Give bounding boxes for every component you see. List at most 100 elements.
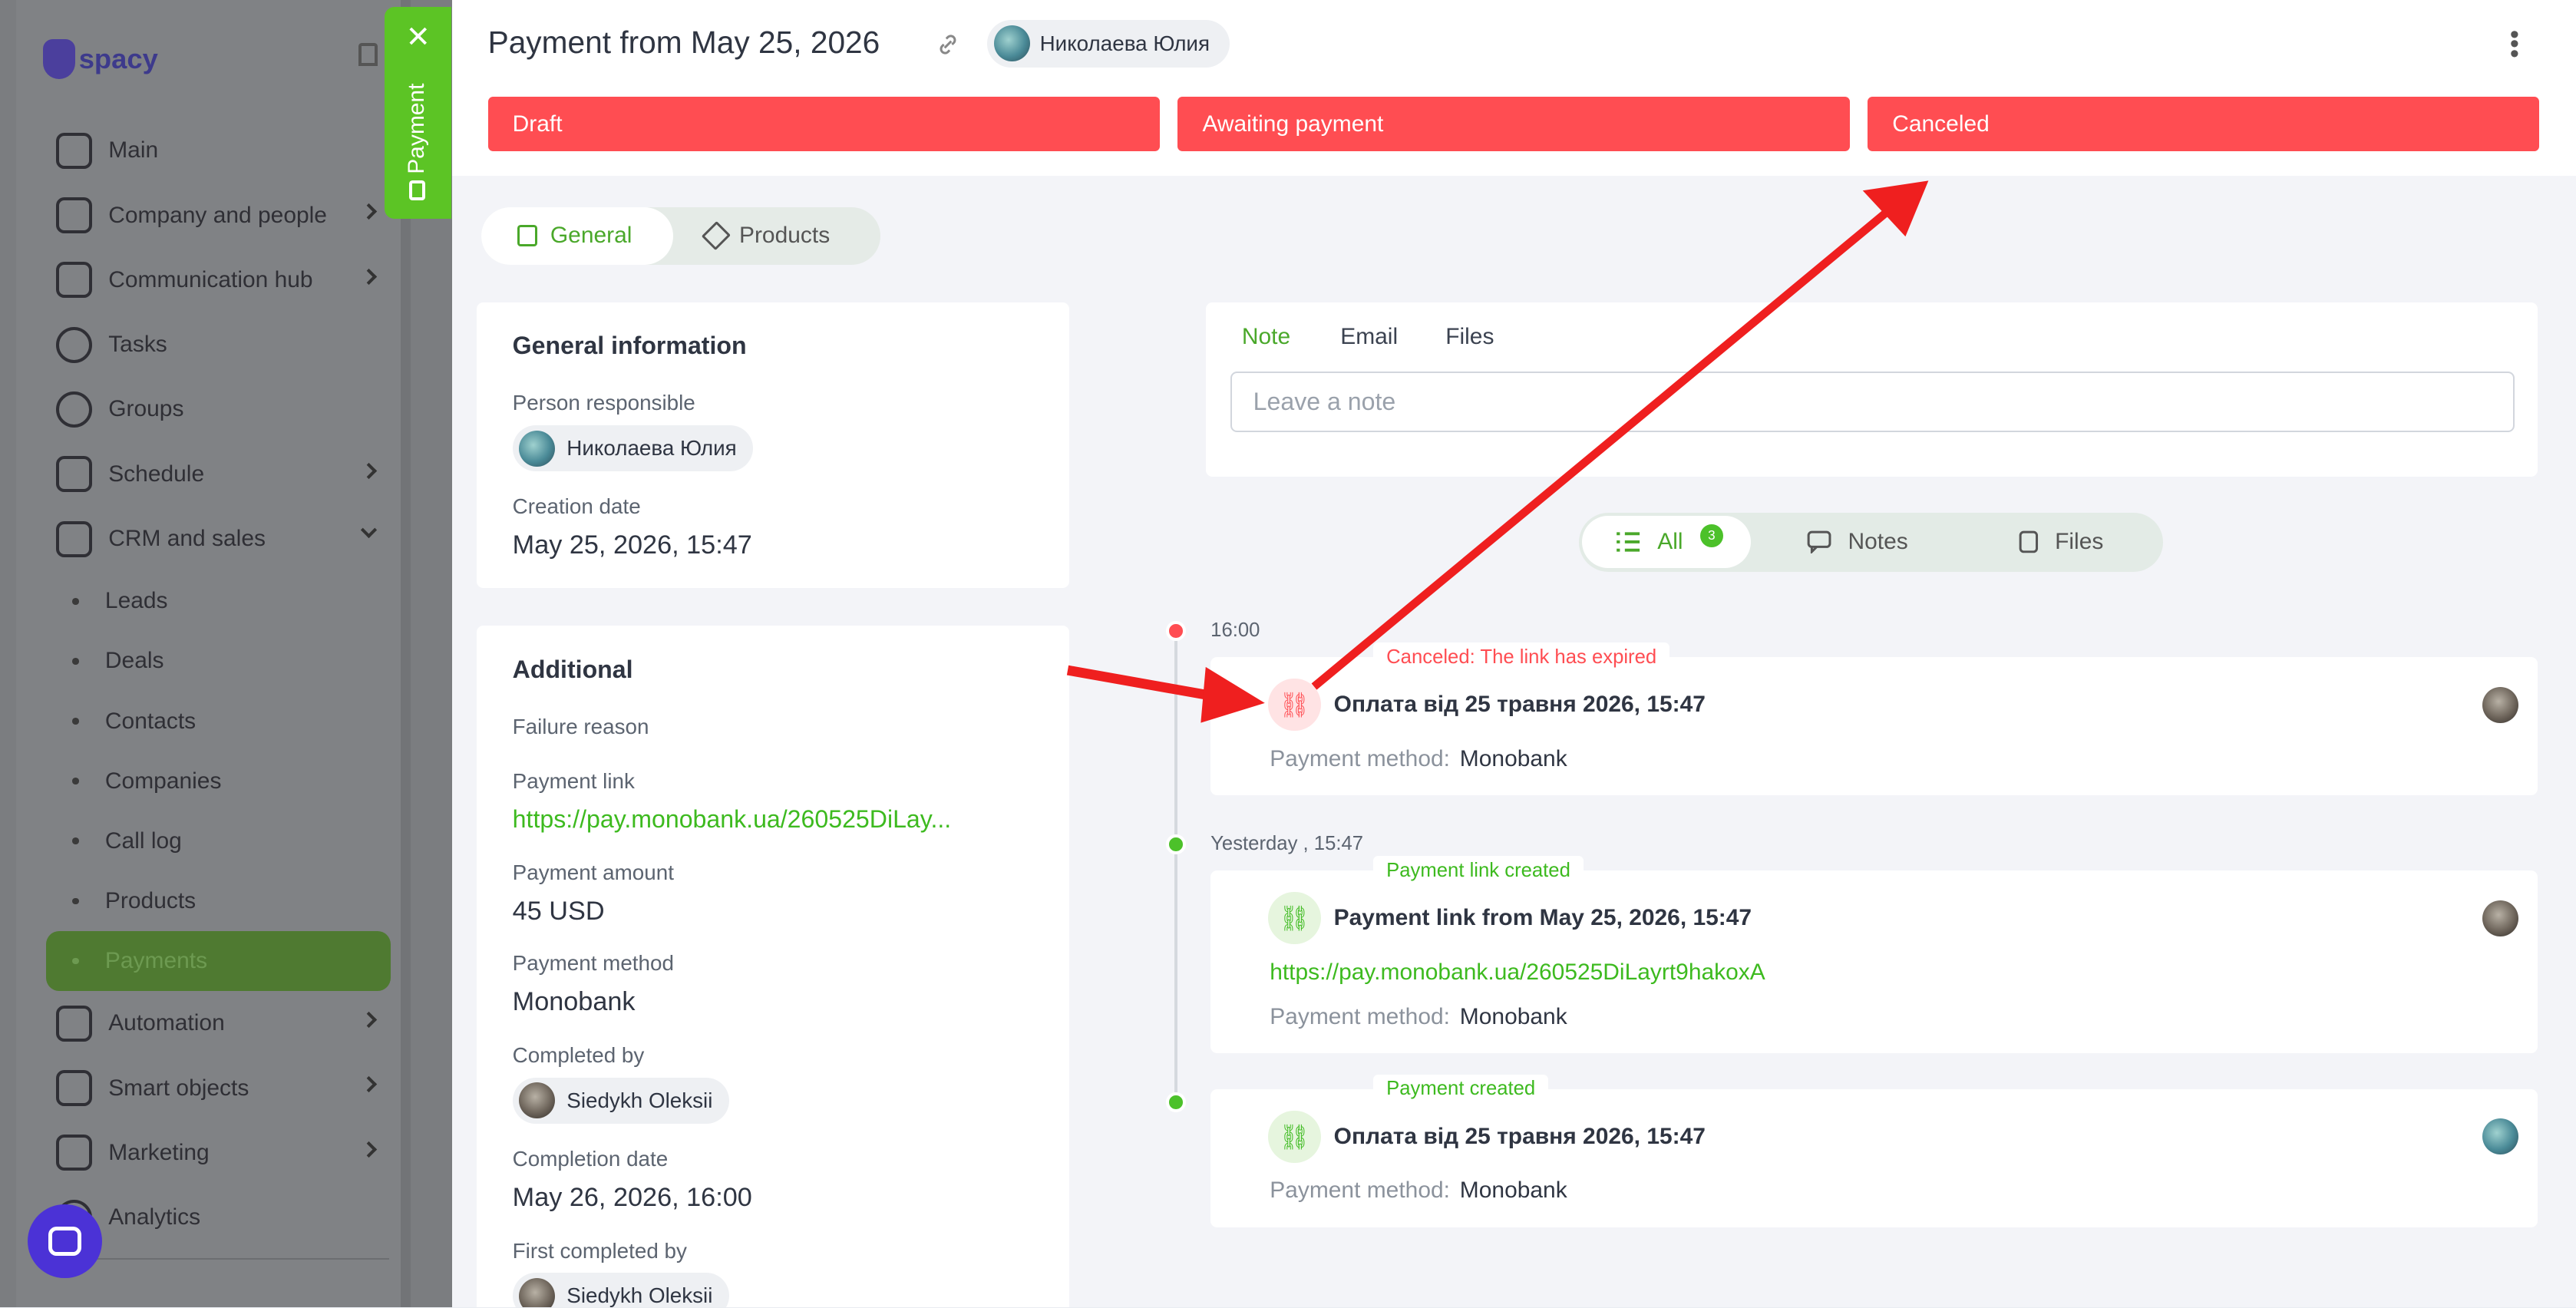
bullet-icon <box>72 837 79 845</box>
creation-date: May 25, 2026, 15:47 <box>512 530 752 560</box>
file-icon <box>2019 530 2039 553</box>
pm-value: Monobank <box>1459 745 1567 771</box>
timeline-event[interactable]: Payment created ⛓ Оплата від 25 травня 2… <box>1210 1074 2538 1227</box>
sidebar-item-schedule[interactable]: Schedule <box>46 442 391 507</box>
support-chat-button[interactable] <box>28 1204 102 1278</box>
stage-canceled[interactable]: Canceled <box>1868 97 2540 151</box>
note-input[interactable]: Leave a note <box>1230 371 2515 432</box>
building-icon <box>55 197 92 234</box>
tab-note[interactable]: Note <box>1242 324 1290 350</box>
tab-email[interactable]: Email <box>1340 324 1398 350</box>
sidebar-sub-deals[interactable]: Deals <box>46 631 391 691</box>
sidebar-sub-companies[interactable]: Companies <box>46 751 391 811</box>
sidebar-sub-label: Deals <box>104 648 164 674</box>
tab-general[interactable]: General <box>481 206 674 265</box>
sidebar-item-tasks[interactable]: Tasks <box>46 312 391 377</box>
sidebar-item-label: Automation <box>108 1010 225 1036</box>
sidebar-sub-products[interactable]: Products <box>46 871 391 931</box>
count-badge: 3 <box>1699 524 1723 547</box>
sidebar-sub-leads[interactable]: Leads <box>46 571 391 631</box>
tab-label: Products <box>738 223 831 249</box>
pm-label: Payment method: <box>1270 1178 1450 1204</box>
timeline-filter: All 3 Notes Files <box>1578 512 2164 572</box>
avatar <box>519 430 556 467</box>
timeline-event[interactable]: Payment link created ⛓ Payment link from… <box>1210 855 2538 1053</box>
event-link[interactable]: https://pay.monobank.ua/260525DiLayrt9ha… <box>1270 960 1765 986</box>
first-completed-chip[interactable]: Siedykh Oleksii <box>512 1273 729 1308</box>
sidebar-item-communication[interactable]: Communication hub <box>46 248 391 312</box>
chevron-right-icon <box>360 1141 378 1158</box>
pm-value: Monobank <box>1459 1003 1567 1029</box>
filter-label: All <box>1657 529 1683 555</box>
bolt-icon <box>55 1005 92 1042</box>
sidebar-sub-label: Payments <box>104 947 208 973</box>
completed-by-chip[interactable]: Siedykh Oleksii <box>512 1077 729 1124</box>
tab-products[interactable]: Products <box>673 207 863 265</box>
sidebar-sub-contacts[interactable]: Contacts <box>46 691 391 751</box>
pin-icon[interactable] <box>358 42 378 66</box>
field-label: Creation date <box>512 494 641 519</box>
sidebar-item-groups[interactable]: Groups <box>46 377 391 441</box>
sidebar-item-label: CRM and sales <box>108 526 266 552</box>
sidebar-sub-label: Call log <box>104 827 182 854</box>
field-label: Payment method <box>512 951 674 976</box>
payment-method: Monobank <box>512 987 636 1017</box>
person-name: Siedykh Oleksii <box>566 1283 713 1308</box>
payment-panel-tab[interactable]: ✕ Payment <box>384 6 452 219</box>
logo[interactable]: spacy <box>42 39 158 79</box>
event-payment-method: Payment method: Monobank <box>1270 746 1567 772</box>
field-label: Payment link <box>512 768 635 793</box>
avatar <box>519 1082 556 1119</box>
person-chip[interactable]: Николаева Юлия <box>512 425 754 472</box>
payment-tab-label: Payment <box>404 83 430 174</box>
stage-awaiting-payment[interactable]: Awaiting payment <box>1177 97 1850 151</box>
event-status-tag: Payment created <box>1373 1074 1549 1105</box>
bullet-icon <box>72 598 79 605</box>
completion-date: May 26, 2026, 16:00 <box>512 1182 752 1212</box>
filter-notes[interactable]: Notes <box>1807 513 1908 572</box>
message-icon <box>48 1226 81 1257</box>
sidebar-item-automation[interactable]: Automation <box>46 991 391 1055</box>
tab-files[interactable]: Files <box>1445 324 1494 350</box>
event-payment-method: Payment method: Monobank <box>1270 1178 1567 1204</box>
sidebar-item-company[interactable]: Company and people <box>46 183 391 247</box>
event-title: Payment link from May 25, 2026, 15:47 <box>1333 905 1752 931</box>
list-icon <box>1616 532 1640 552</box>
sidebar-item-crm[interactable]: CRM and sales <box>46 507 391 571</box>
filter-label: Notes <box>1848 529 1908 555</box>
sidebar-item-label: Smart objects <box>108 1075 249 1101</box>
sidebar-item-smart-objects[interactable]: Smart objects <box>46 1055 391 1120</box>
tab-label: General <box>550 223 632 249</box>
box-icon <box>702 221 731 250</box>
filter-all[interactable]: All 3 <box>1581 515 1752 569</box>
link-icon[interactable] <box>936 33 959 56</box>
timeline-dot <box>1166 834 1187 854</box>
link-icon: ⛓ <box>1268 892 1321 945</box>
stage-draft[interactable]: Draft <box>487 97 1160 151</box>
comment-icon <box>1807 530 1831 554</box>
timeline-dot <box>1166 620 1187 641</box>
field-label: Person responsible <box>512 391 695 415</box>
sidebar-item-label: Company and people <box>108 202 327 228</box>
more-options-icon[interactable]: • • • <box>2510 21 2519 67</box>
home-icon <box>55 132 92 169</box>
database-icon <box>55 520 92 557</box>
payment-link[interactable]: https://pay.monobank.ua/260525DiLay... <box>513 805 952 834</box>
avatar <box>2482 1118 2518 1155</box>
close-icon[interactable]: ✕ <box>406 22 431 53</box>
chevron-right-icon <box>360 1076 378 1093</box>
sidebar-sub-calllog[interactable]: Call log <box>46 811 391 871</box>
pm-value: Monobank <box>1459 1178 1567 1204</box>
scan-icon <box>55 1069 92 1107</box>
bullet-icon <box>72 897 79 905</box>
avatar <box>2482 686 2518 723</box>
payment-panel: Payment from May 25, 2026 Николаева Юлия… <box>451 0 2576 1308</box>
sidebar-item-main[interactable]: Main <box>46 118 391 183</box>
responsible-chip[interactable]: Николаева Юлия <box>987 19 1230 68</box>
timeline-event[interactable]: Canceled: The link has expired ⛓ Оплата … <box>1210 642 2538 795</box>
filter-files[interactable]: Files <box>2019 513 2103 572</box>
sidebar-item-marketing[interactable]: Marketing <box>46 1121 391 1185</box>
sidebar-sub-payments[interactable]: Payments <box>45 930 391 992</box>
sidebar-item-label: Communication hub <box>108 266 313 292</box>
field-label: Failure reason <box>512 714 649 738</box>
